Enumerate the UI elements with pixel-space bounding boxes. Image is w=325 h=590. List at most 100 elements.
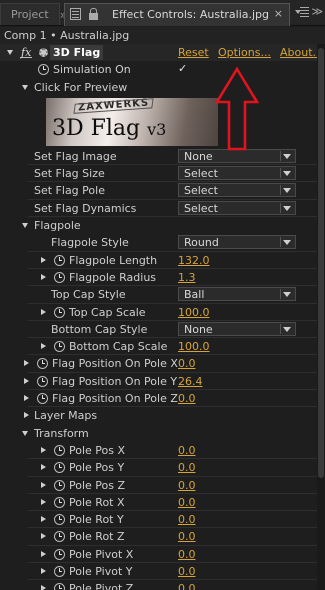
panel-menu-icon[interactable] bbox=[295, 7, 311, 18]
effect-twirl-icon[interactable] bbox=[7, 50, 13, 55]
stopwatch-icon[interactable] bbox=[54, 514, 65, 526]
bottom-cap-scale-value[interactable]: 100.0 bbox=[178, 338, 210, 355]
preview-group-row[interactable]: Click For Preview bbox=[0, 79, 325, 96]
effect-header[interactable]: fx 3D Flag Reset Options... About... bbox=[0, 44, 325, 62]
stopwatch-icon[interactable] bbox=[54, 306, 65, 318]
stopwatch-icon[interactable] bbox=[54, 531, 65, 543]
top-cap-scale-value[interactable]: 100.0 bbox=[178, 304, 210, 321]
property-twirl-icon[interactable] bbox=[24, 360, 29, 367]
flagpole-group-row[interactable]: Flagpole bbox=[0, 217, 325, 234]
property-twirl-icon[interactable] bbox=[24, 377, 29, 384]
pole-pos-y-value[interactable]: 0.0 bbox=[178, 459, 196, 476]
more-tabs-icon[interactable]: ≫ bbox=[311, 5, 323, 18]
property-twirl-icon[interactable] bbox=[41, 343, 46, 350]
chevron-down-icon bbox=[283, 240, 291, 246]
scrollbar-thumb[interactable] bbox=[318, 48, 324, 478]
set-flag-pole-label: Set Flag Pole bbox=[34, 184, 105, 198]
effect-name[interactable]: 3D Flag bbox=[50, 45, 104, 60]
layer-maps-group-row[interactable]: Layer Maps bbox=[0, 407, 325, 424]
pole-pivot-y-value[interactable]: 0.0 bbox=[178, 563, 196, 580]
transform-group-row[interactable]: Transform bbox=[0, 425, 325, 442]
panel-tab-bar: Project » Effect Controls: Australia.jpg… bbox=[0, 0, 325, 26]
stopwatch-icon[interactable] bbox=[54, 271, 65, 283]
flag-position-z-value[interactable]: 0.0 bbox=[178, 390, 196, 407]
flagpole-radius-value[interactable]: 1.3 bbox=[178, 269, 196, 286]
simulation-checkbox[interactable]: ✓ bbox=[178, 63, 189, 74]
stopwatch-icon[interactable] bbox=[54, 479, 65, 491]
pole-pos-z-value[interactable]: 0.0 bbox=[178, 477, 196, 494]
transform-item-row: Pole Pivot Y 0.0 bbox=[0, 563, 325, 581]
pole-rot-y-value[interactable]: 0.0 bbox=[178, 511, 196, 528]
stopwatch-icon[interactable] bbox=[37, 393, 48, 405]
pole-pivot-y-label: Pole Pivot Y bbox=[69, 565, 133, 579]
stopwatch-icon[interactable] bbox=[54, 462, 65, 474]
stopwatch-icon[interactable] bbox=[54, 341, 65, 353]
set-flag-size-row: Set Flag Size Select bbox=[0, 165, 325, 183]
transform-label: Transform bbox=[34, 426, 89, 440]
close-tab-icon[interactable]: × bbox=[274, 7, 283, 20]
set-flag-pole-dropdown[interactable]: Select bbox=[178, 183, 296, 198]
stopwatch-icon[interactable] bbox=[54, 444, 65, 456]
top-cap-style-dropdown[interactable]: Ball bbox=[178, 287, 296, 302]
set-flag-pole-row: Set Flag Pole Select bbox=[0, 182, 325, 201]
chevron-down-icon bbox=[283, 153, 291, 159]
bottom-cap-scale-row: Bottom Cap Scale 100.0 bbox=[0, 338, 325, 356]
panel-options-icon[interactable] bbox=[70, 8, 81, 20]
preview-title: 3D Flag v3 bbox=[52, 116, 166, 141]
pole-pivot-x-value[interactable]: 0.0 bbox=[178, 546, 196, 563]
pole-rot-x-value[interactable]: 0.0 bbox=[178, 494, 196, 511]
preview-twirl-icon[interactable] bbox=[22, 84, 28, 90]
property-twirl-icon[interactable] bbox=[41, 308, 46, 315]
lock-icon[interactable] bbox=[89, 8, 98, 20]
tab-project[interactable]: Project » bbox=[0, 3, 67, 25]
pole-rot-y-label: Pole Rot Y bbox=[69, 513, 124, 527]
property-twirl-icon[interactable] bbox=[41, 464, 46, 471]
flagpole-style-dropdown[interactable]: Round bbox=[178, 235, 296, 250]
effect-gear-icon bbox=[39, 48, 48, 57]
property-twirl-icon[interactable] bbox=[41, 446, 46, 453]
options-link[interactable]: Options... bbox=[218, 44, 271, 61]
set-flag-dynamics-dropdown[interactable]: Select bbox=[178, 200, 296, 215]
property-twirl-icon[interactable] bbox=[41, 568, 46, 575]
stopwatch-icon[interactable] bbox=[54, 496, 65, 508]
transform-twirl-icon[interactable] bbox=[22, 430, 28, 436]
tab-effect-controls[interactable]: Effect Controls: Australia.jpg × bbox=[64, 3, 290, 26]
chevron-down-icon bbox=[283, 326, 291, 332]
property-twirl-icon[interactable] bbox=[41, 516, 46, 523]
bottom-cap-style-row: Bottom Cap Style None bbox=[0, 321, 325, 339]
stopwatch-icon[interactable] bbox=[54, 583, 65, 590]
property-twirl-icon[interactable] bbox=[41, 256, 46, 263]
stopwatch-icon[interactable] bbox=[54, 254, 65, 266]
flagpole-length-value[interactable]: 132.0 bbox=[178, 252, 210, 269]
flag-position-x-value[interactable]: 0.0 bbox=[178, 355, 196, 372]
effect-controls-body: fx 3D Flag Reset Options... About... Sim… bbox=[0, 44, 325, 590]
fx-toggle-icon[interactable]: fx bbox=[19, 44, 33, 61]
stopwatch-icon[interactable] bbox=[37, 375, 48, 387]
top-cap-style-row: Top Cap Style Ball bbox=[0, 286, 325, 304]
stopwatch-icon[interactable] bbox=[37, 358, 48, 370]
pole-pos-y-label: Pole Pos Y bbox=[69, 461, 125, 475]
stopwatch-icon[interactable] bbox=[54, 566, 65, 578]
property-twirl-icon[interactable] bbox=[41, 498, 46, 505]
stopwatch-icon[interactable] bbox=[38, 64, 49, 76]
property-twirl-icon[interactable] bbox=[41, 533, 46, 540]
preview-image[interactable]: ZAXWERKS 3D Flag v3 bbox=[46, 97, 218, 146]
preview-area: ZAXWERKS 3D Flag v3 bbox=[0, 96, 325, 148]
layer-maps-twirl-icon[interactable] bbox=[24, 412, 29, 419]
flag-position-y-label: Flag Position On Pole Y bbox=[52, 374, 178, 388]
reset-link[interactable]: Reset bbox=[178, 44, 209, 61]
flagpole-twirl-icon[interactable] bbox=[22, 223, 28, 229]
property-twirl-icon[interactable] bbox=[41, 585, 46, 590]
set-flag-size-dropdown[interactable]: Select bbox=[178, 166, 296, 181]
pole-pivot-z-value[interactable]: 0.0 bbox=[178, 580, 196, 590]
bottom-cap-style-dropdown[interactable]: None bbox=[178, 321, 296, 336]
flag-position-y-value[interactable]: 26.4 bbox=[178, 373, 203, 390]
stopwatch-icon[interactable] bbox=[54, 548, 65, 560]
property-twirl-icon[interactable] bbox=[41, 273, 46, 280]
pole-pos-x-value[interactable]: 0.0 bbox=[178, 442, 196, 459]
property-twirl-icon[interactable] bbox=[24, 395, 29, 402]
property-twirl-icon[interactable] bbox=[41, 481, 46, 488]
property-twirl-icon[interactable] bbox=[41, 550, 46, 557]
pole-rot-z-value[interactable]: 0.0 bbox=[178, 528, 196, 545]
annotation-arrow-up-icon bbox=[214, 66, 260, 151]
